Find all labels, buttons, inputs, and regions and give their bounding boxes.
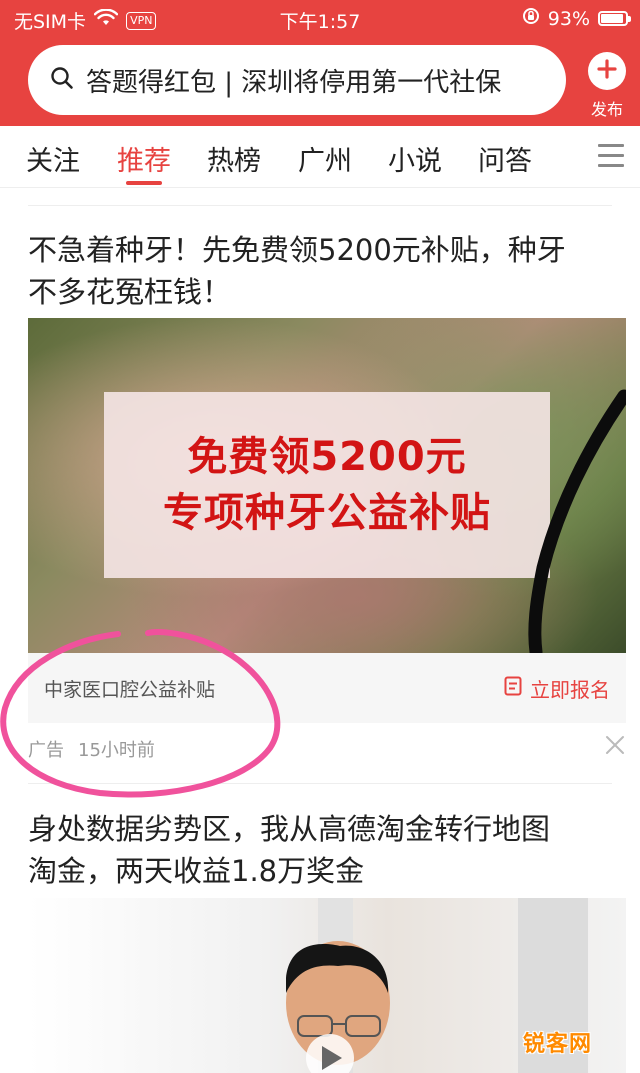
ad-time: 15小时前 [78, 740, 155, 761]
search-icon [50, 66, 74, 94]
tab-novel[interactable]: 小说 [388, 139, 442, 178]
pen-stroke-mark [528, 389, 626, 653]
search-hint: 答题得红包 | 深圳将停用第一代社保 [86, 67, 502, 98]
publish-label: 发布 [590, 100, 623, 119]
status-time: 下午1:57 [279, 11, 361, 33]
status-bar: 无SIM卡 VPN 下午1:57 93% [0, 0, 640, 36]
ad-title-line-1: 不急着种牙！先免费领5200元补贴，种牙 [28, 233, 566, 267]
tab-follow[interactable]: 关注 [26, 139, 80, 178]
app-header: 答题得红包 | 深圳将停用第一代社保 发布 [0, 36, 640, 126]
article-title-line-1: 身处数据劣势区，我从高德淘金转行地图 [28, 812, 551, 846]
divider [28, 783, 612, 784]
watermark: 锐客网 [522, 1032, 592, 1057]
ad-label: 广告 [28, 740, 64, 761]
battery-percent: 93% [547, 7, 590, 30]
tab-recommend[interactable]: 推荐 [117, 139, 171, 178]
ad-footer[interactable]: 中家医口腔公益补贴 立即报名 [28, 653, 626, 723]
ad-image[interactable]: 免费领5200元 专项种牙公益补贴 [28, 318, 626, 653]
tab-guangzhou[interactable]: 广州 [298, 139, 352, 178]
ad-meta: 广告 15小时前 [28, 736, 155, 762]
plus-icon [596, 58, 618, 84]
rotation-lock-icon [522, 7, 540, 30]
divider [28, 205, 612, 206]
close-icon[interactable] [604, 734, 626, 756]
publish-button[interactable]: 发布 [586, 52, 628, 122]
advertiser-name: 中家医口腔公益补贴 [44, 678, 216, 701]
active-tab-indicator [126, 181, 162, 185]
signup-label: 立即报名 [530, 677, 610, 702]
ad-title-line-2: 不多花冤枉钱！ [28, 275, 232, 309]
article-title[interactable]: 身处数据劣势区，我从高德淘金转行地图 淘金，两天收益1.8万奖金 [28, 808, 628, 892]
search-bar[interactable]: 答题得红包 | 深圳将停用第一代社保 [28, 45, 566, 115]
play-icon [306, 1034, 354, 1073]
menu-icon[interactable] [598, 144, 624, 168]
tab-qa[interactable]: 问答 [478, 139, 532, 178]
form-icon [504, 676, 522, 701]
ad-title[interactable]: 不急着种牙！先免费领5200元补贴，种牙 不多花冤枉钱！ [28, 229, 628, 313]
article-title-line-2: 淘金，两天收益1.8万奖金 [28, 854, 365, 888]
battery-icon [598, 11, 631, 26]
channel-tabs: 关注 推荐 热榜 广州 小说 问答 [0, 126, 640, 188]
tab-hot[interactable]: 热榜 [207, 139, 261, 178]
signup-button[interactable]: 立即报名 [504, 674, 610, 703]
